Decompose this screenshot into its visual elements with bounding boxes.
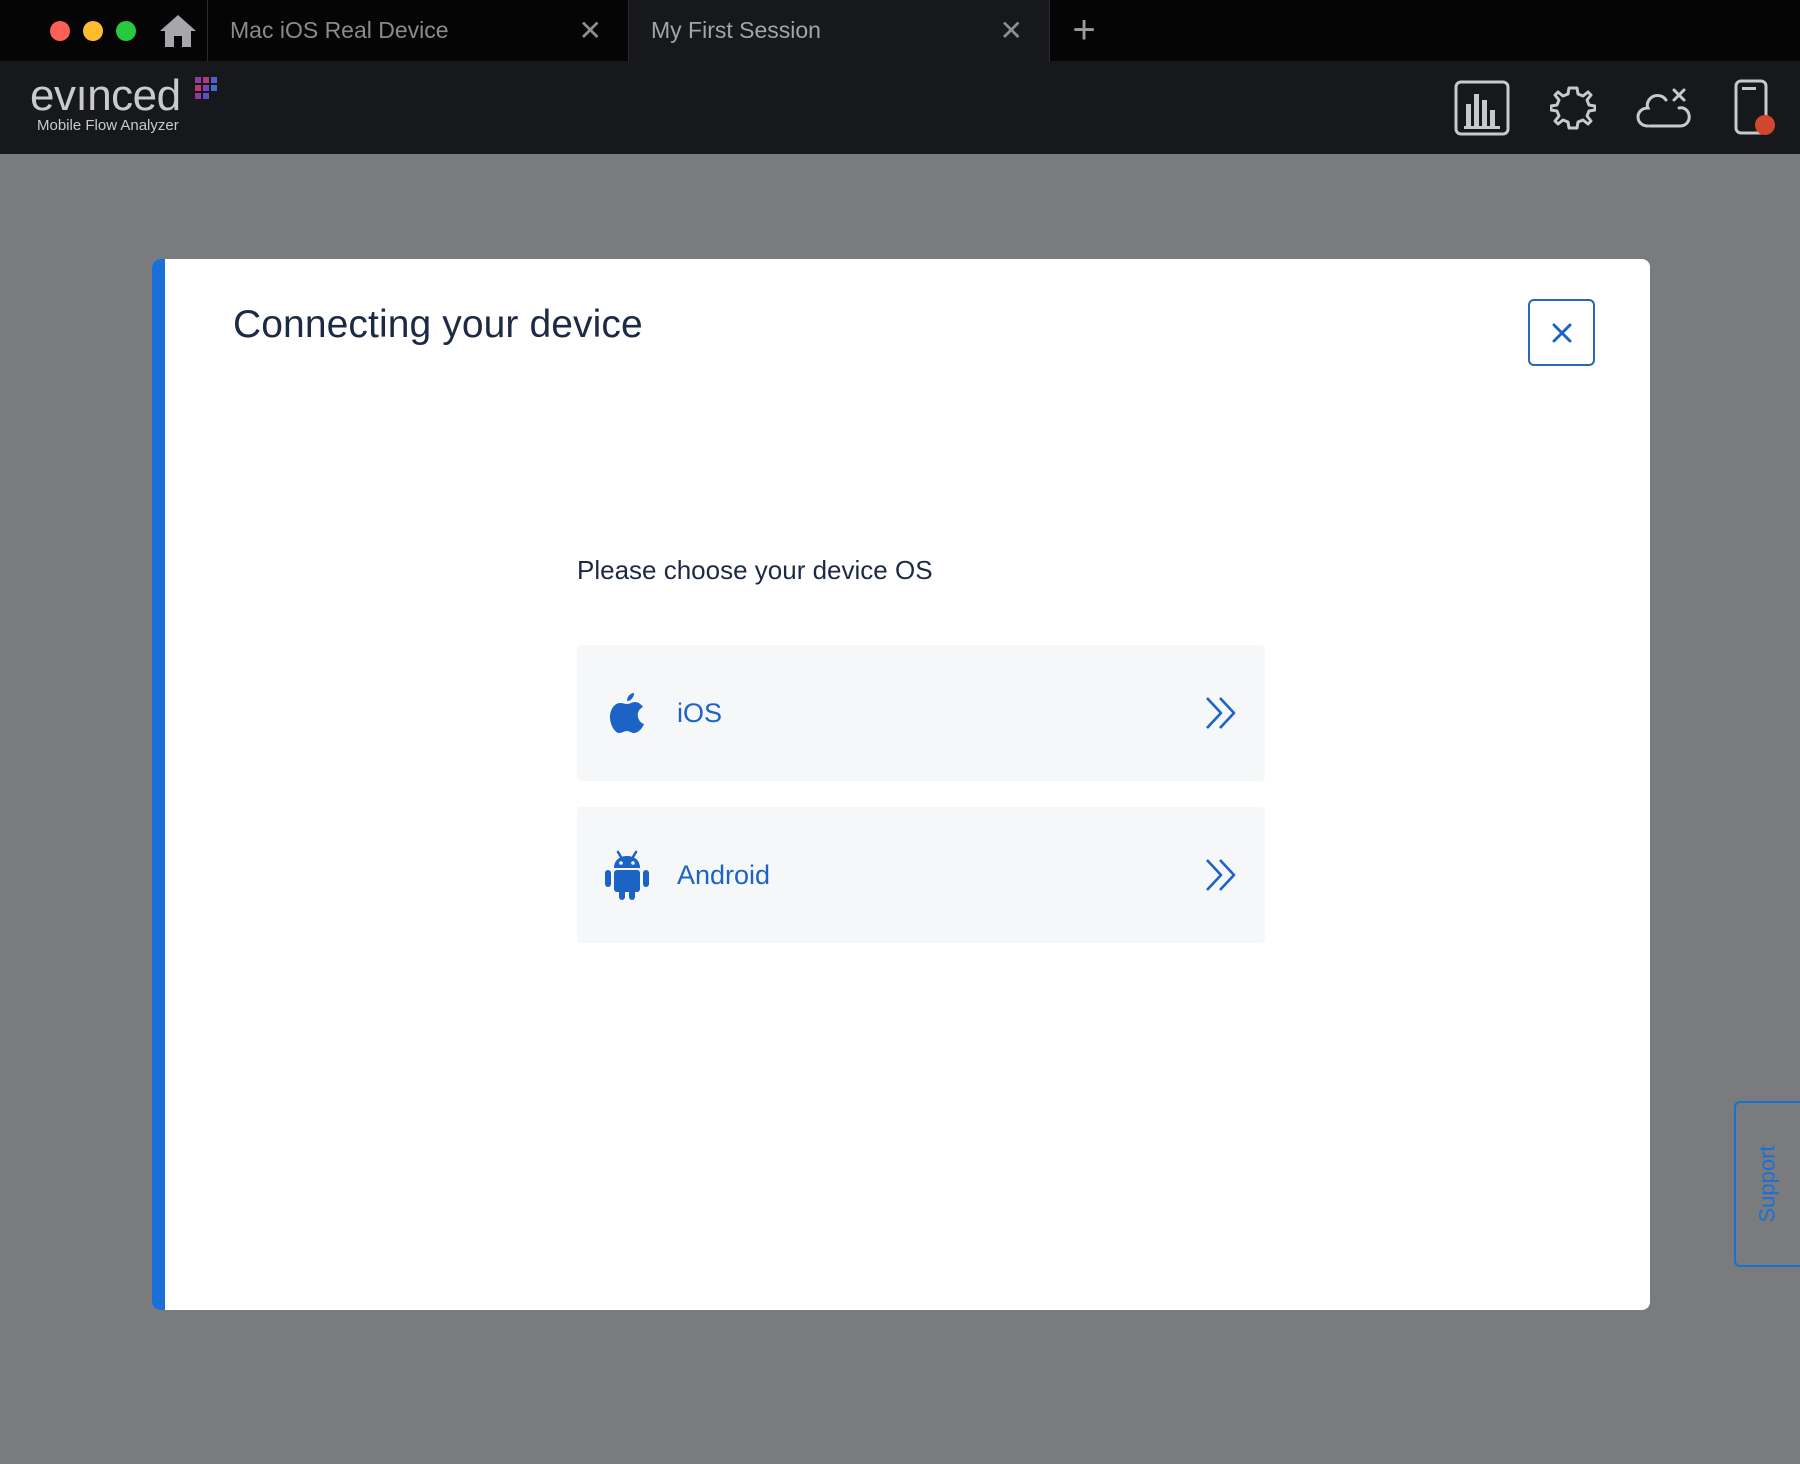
close-window-button[interactable] [50, 20, 70, 41]
settings-button[interactable] [1527, 61, 1618, 154]
window-controls [0, 0, 152, 61]
logo-dots-icon [195, 77, 217, 99]
home-button[interactable] [152, 0, 208, 61]
support-label: Support [1755, 1145, 1780, 1223]
tab-label: My First Session [651, 17, 821, 43]
android-option-label: Android [677, 859, 771, 890]
reports-button[interactable] [1436, 61, 1527, 154]
android-option-icon [577, 849, 677, 901]
header-toolbar [1436, 61, 1800, 154]
new-tab-button[interactable]: + [1050, 0, 1118, 61]
ios-option-icon [577, 692, 677, 734]
tab-label: Mac iOS Real Device [230, 17, 449, 43]
close-tab-icon[interactable]: ✕ [579, 16, 602, 45]
connect-device-dialog: Connecting your device Please choose you… [152, 259, 1650, 1310]
close-icon [1552, 323, 1571, 342]
brand-logo: evınced Mobile Flow Analyzer [30, 71, 217, 134]
close-tab-icon[interactable]: ✕ [1000, 16, 1023, 45]
apple-icon [610, 693, 644, 733]
minimize-window-button[interactable] [83, 20, 103, 41]
report-chart-icon [1454, 80, 1509, 135]
dialog-title: Connecting your device [233, 303, 643, 346]
brand-subtitle: Mobile Flow Analyzer [37, 117, 179, 134]
home-icon [159, 14, 196, 47]
dialog-close-button[interactable] [1528, 299, 1595, 366]
ios-option-chevron [1187, 696, 1255, 730]
ios-option-button[interactable]: iOS [577, 645, 1265, 781]
brand-name: evınced [30, 71, 181, 120]
support-tab-button[interactable]: Support [1734, 1101, 1800, 1267]
double-chevron-right-icon [1206, 859, 1236, 891]
tab-mac-ios-real-device[interactable]: Mac iOS Real Device ✕ [208, 0, 629, 61]
app-header: evınced Mobile Flow Analyzer [0, 61, 1800, 154]
ios-option-label: iOS [677, 697, 723, 728]
cloud-disconnected-icon [1635, 88, 1691, 127]
window-tab-bar: Mac iOS Real Device ✕ My First Session ✕… [0, 0, 1800, 61]
settings-gear-icon [1549, 86, 1596, 129]
choose-os-prompt: Please choose your device OS [577, 555, 933, 585]
device-recording-icon [1734, 79, 1775, 135]
double-chevron-right-icon [1206, 697, 1236, 729]
android-option-chevron [1187, 858, 1255, 892]
tab-my-first-session[interactable]: My First Session ✕ [629, 0, 1050, 61]
maximize-window-button[interactable] [116, 20, 136, 41]
android-option-button[interactable]: Android [577, 807, 1265, 943]
cloud-status-button[interactable] [1618, 61, 1709, 154]
android-icon [605, 850, 649, 900]
dialog-accent-bar [152, 259, 165, 1310]
device-record-button[interactable] [1709, 61, 1800, 154]
